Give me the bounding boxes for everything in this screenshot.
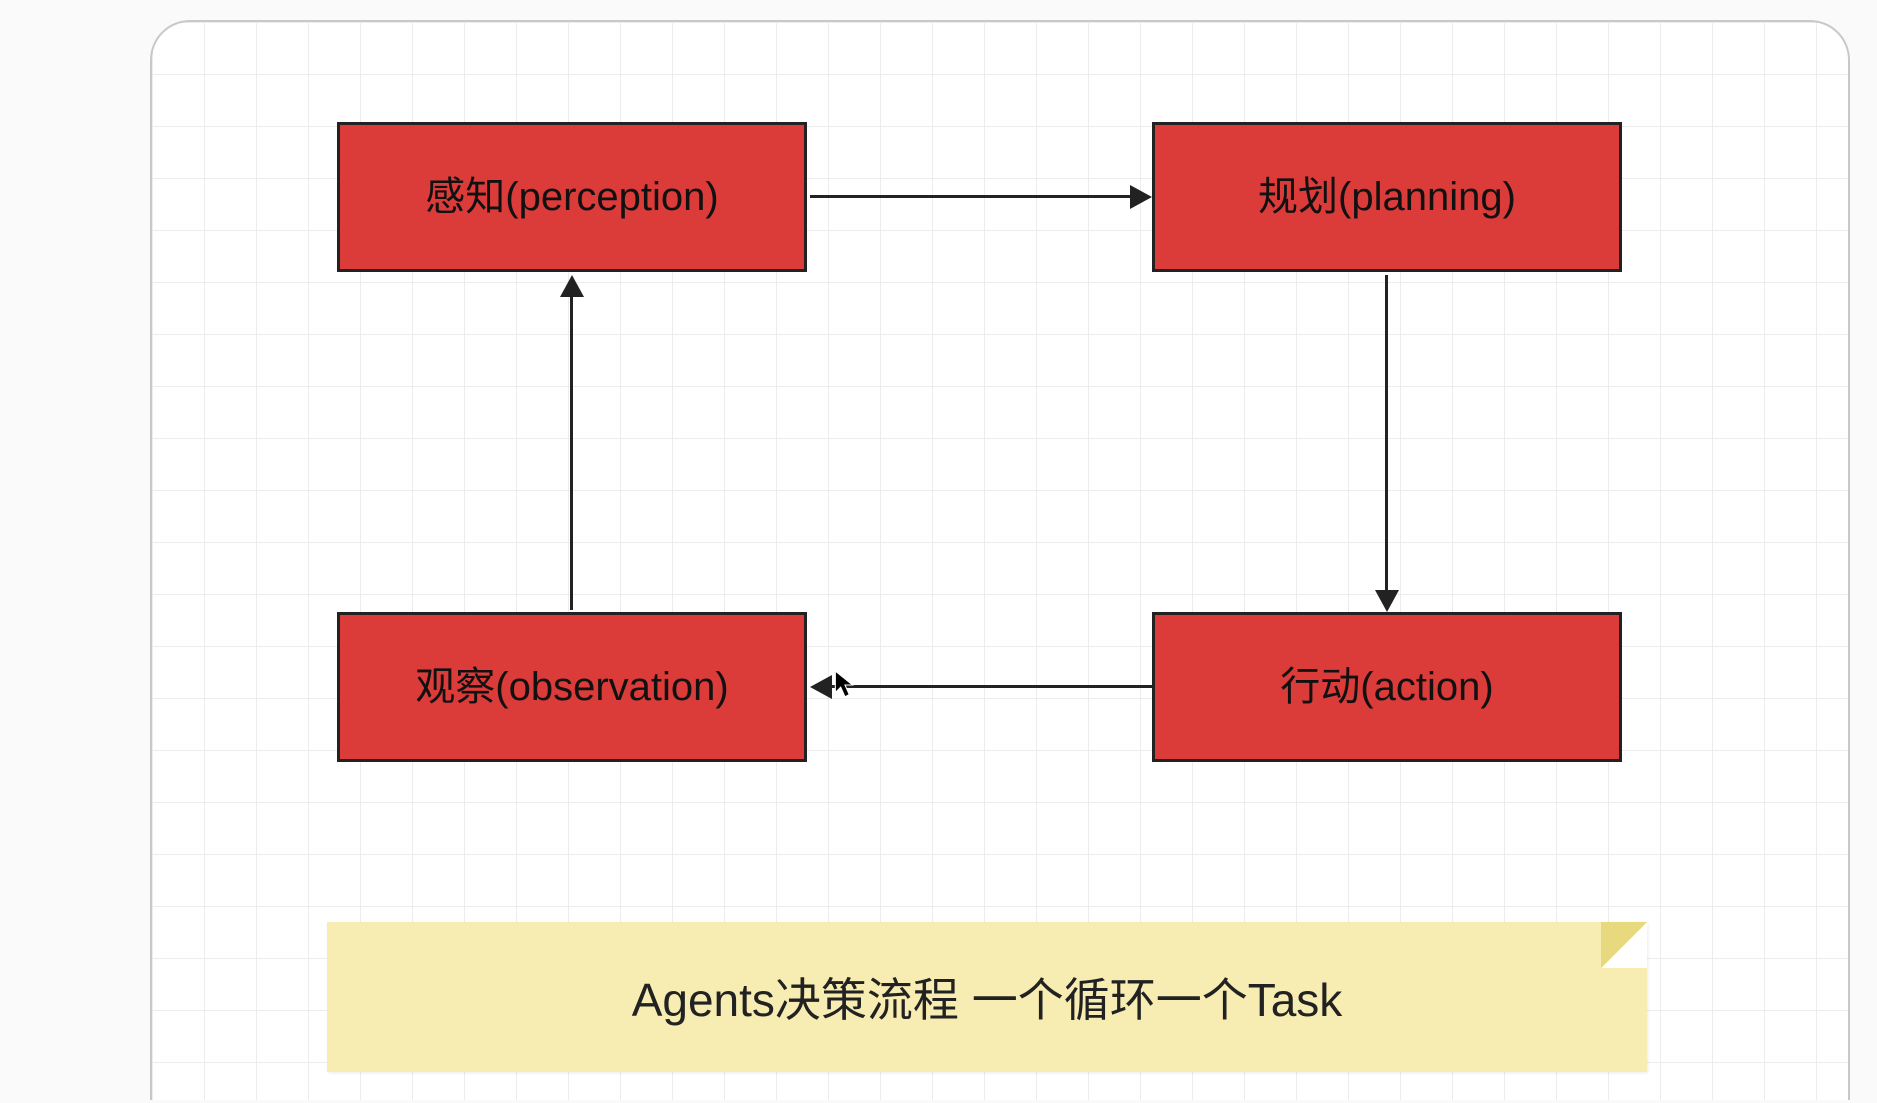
node-planning[interactable]: 规划(planning) bbox=[1152, 122, 1622, 272]
node-perception[interactable]: 感知(perception) bbox=[337, 122, 807, 272]
node-observation[interactable]: 观察(observation) bbox=[337, 612, 807, 762]
arrow-action-to-observation bbox=[832, 685, 1152, 688]
arrowhead-right-icon bbox=[1130, 185, 1152, 209]
arrowhead-up-icon bbox=[560, 275, 584, 297]
arrow-observation-to-perception bbox=[570, 295, 573, 610]
arrow-planning-to-action bbox=[1385, 275, 1388, 590]
caption-sticky-note[interactable]: Agents决策流程 一个循环一个Task bbox=[327, 922, 1647, 1072]
node-action[interactable]: 行动(action) bbox=[1152, 612, 1622, 762]
caption-text: Agents决策流程 一个循环一个Task bbox=[632, 964, 1343, 1030]
arrowhead-down-icon bbox=[1375, 590, 1399, 612]
arrowhead-left-icon bbox=[810, 675, 832, 699]
diagram-canvas: 感知(perception) 规划(planning) 观察(observati… bbox=[150, 20, 1850, 1100]
arrow-perception-to-planning bbox=[810, 195, 1130, 198]
note-fold-icon bbox=[1601, 922, 1647, 968]
